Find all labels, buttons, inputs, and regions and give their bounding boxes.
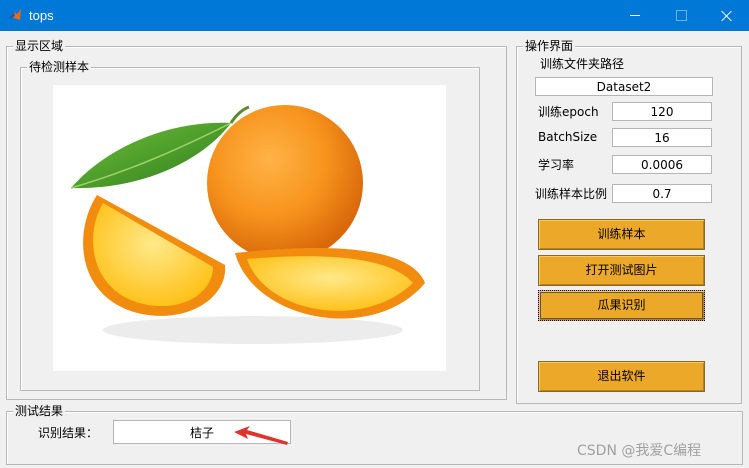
orange-image [70, 105, 425, 344]
recognize-button[interactable]: 瓜果识别 [538, 290, 705, 321]
title-bar: tops [0, 0, 749, 31]
matlab-icon [9, 9, 21, 20]
batchsize-label: BatchSize [538, 130, 598, 144]
operation-panel-title: 操作界面 [523, 39, 576, 53]
window-title: tops [29, 8, 54, 23]
minimize-button[interactable] [612, 0, 658, 31]
sample-image [53, 85, 446, 371]
epoch-input[interactable]: 120 [612, 102, 712, 121]
batchsize-input[interactable]: 16 [612, 128, 712, 147]
open-test-image-button[interactable]: 打开测试图片 [538, 255, 705, 286]
result-label: 识别结果： [38, 426, 99, 440]
epoch-label: 训练epoch [538, 105, 599, 119]
folder-path-label: 训练文件夹路径 [540, 57, 625, 71]
train-button[interactable]: 训练样本 [538, 219, 705, 250]
train-ratio-label: 训练样本比例 [535, 187, 608, 201]
watermark: CSDN @我爱C编程 [577, 443, 702, 459]
folder-path-input[interactable]: Dataset2 [535, 77, 713, 96]
display-area-title: 显示区域 [13, 39, 66, 53]
maximize-button[interactable] [658, 0, 704, 31]
close-button[interactable] [704, 0, 749, 31]
learning-rate-input[interactable]: 0.0006 [612, 155, 712, 174]
sample-panel-title: 待检测样本 [27, 60, 92, 74]
result-panel-title: 测试结果 [13, 404, 66, 418]
exit-button[interactable]: 退出软件 [538, 361, 705, 392]
train-ratio-input[interactable]: 0.7 [612, 184, 712, 203]
learning-rate-label: 学习率 [538, 158, 575, 172]
red-arrow-icon [234, 426, 288, 445]
